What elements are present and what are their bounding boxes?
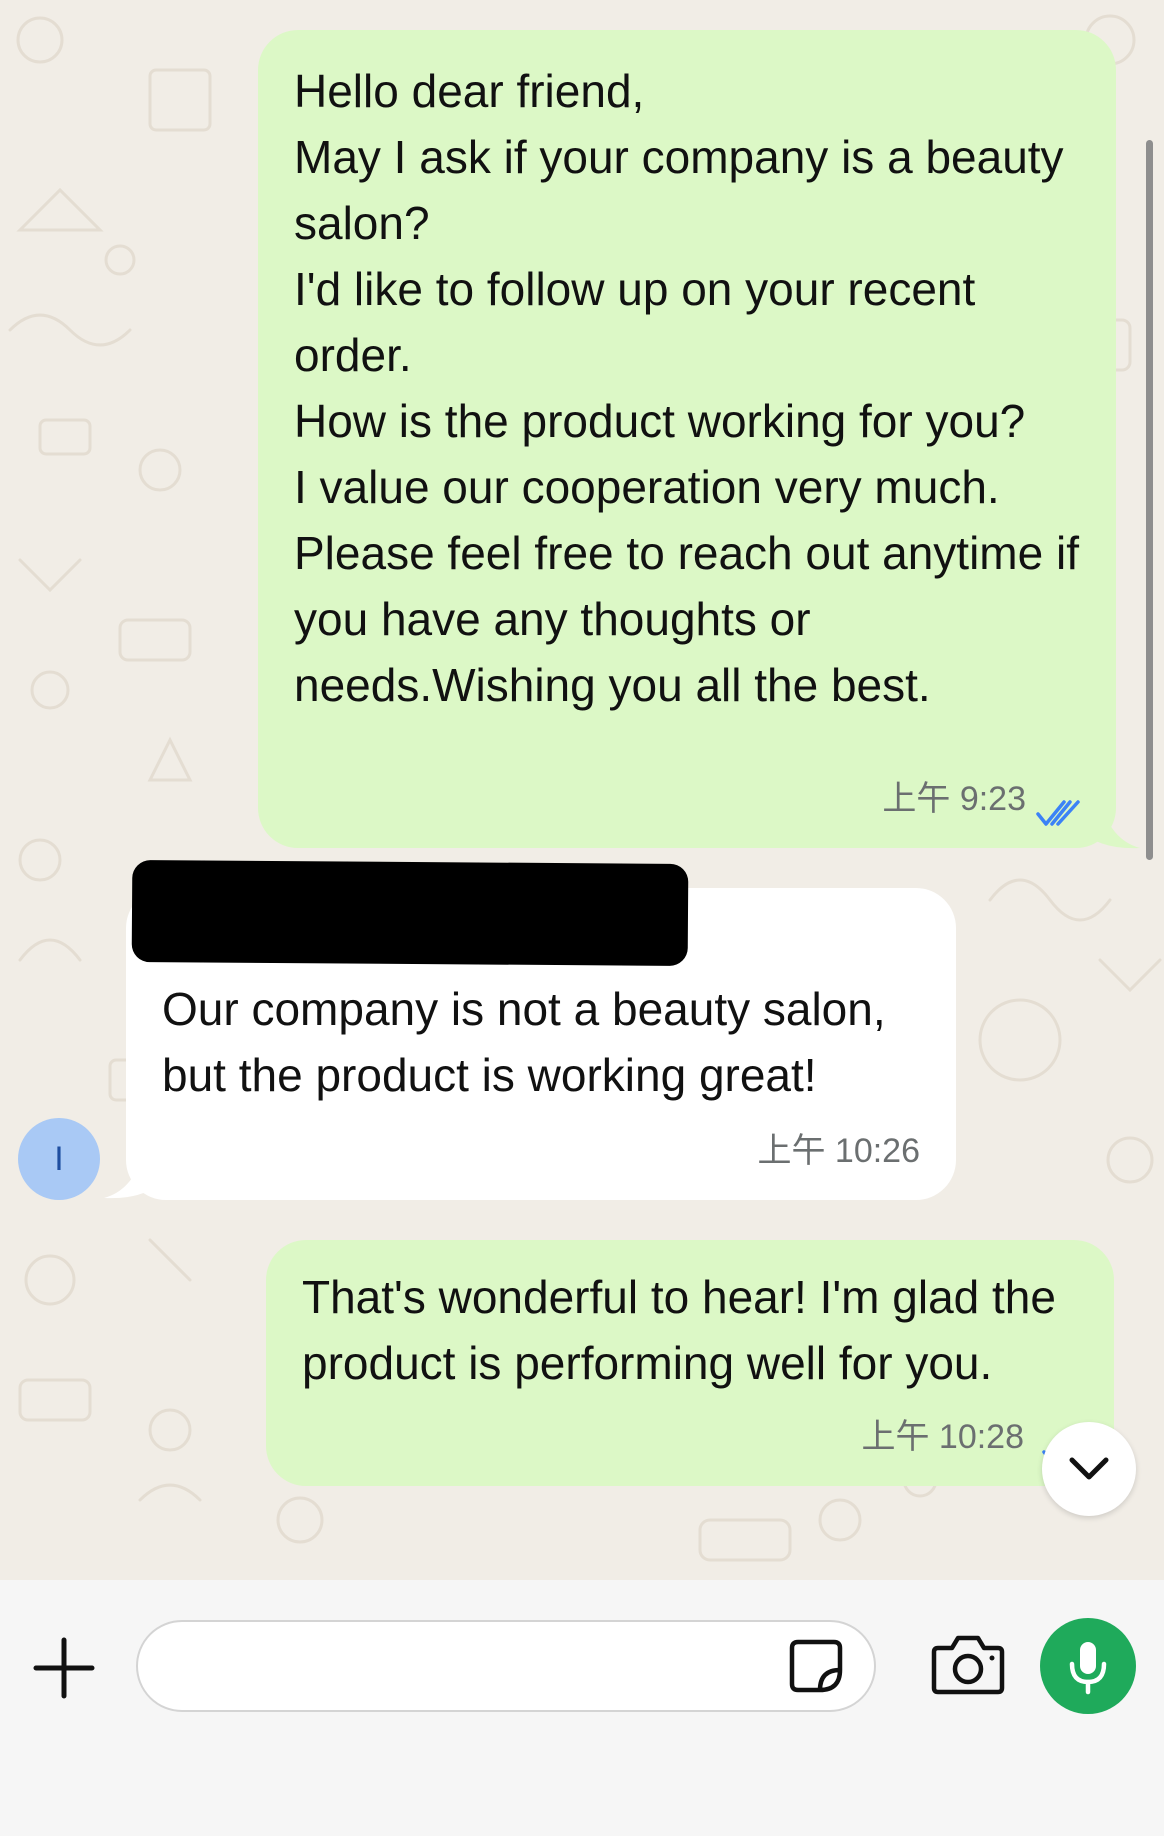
camera-icon[interactable] — [930, 1632, 1006, 1698]
message-text: That's wonderful to hear! I'm glad the p… — [302, 1271, 1056, 1389]
message-text: Hello dear friend, May I ask if your com… — [294, 65, 1079, 711]
outgoing-message[interactable]: That's wonderful to hear! I'm glad the p… — [266, 1240, 1114, 1486]
double-check-icon — [1036, 800, 1080, 826]
message-input[interactable] — [136, 1620, 876, 1712]
outgoing-message[interactable]: Hello dear friend, May I ask if your com… — [258, 30, 1116, 848]
chat-area[interactable]: Hello dear friend, May I ask if your com… — [0, 0, 1164, 1580]
message-time: 上午 10:28 — [861, 1418, 1024, 1456]
plus-icon[interactable] — [30, 1634, 98, 1702]
chevron-down-icon — [1069, 1457, 1109, 1480]
redacted-sender-name — [131, 860, 689, 966]
microphone-icon — [1069, 1642, 1107, 1695]
mic-button[interactable] — [1040, 1618, 1136, 1714]
scroll-down-button[interactable] — [1042, 1422, 1136, 1516]
message-time: 上午 10:26 — [757, 1132, 920, 1170]
message-text: Our company is not a beauty salon, but t… — [162, 983, 886, 1101]
message-time: 上午 9:23 — [882, 780, 1026, 818]
scrollbar[interactable] — [1146, 140, 1153, 860]
avatar[interactable]: I — [18, 1118, 100, 1200]
sticker-icon[interactable] — [786, 1636, 846, 1696]
